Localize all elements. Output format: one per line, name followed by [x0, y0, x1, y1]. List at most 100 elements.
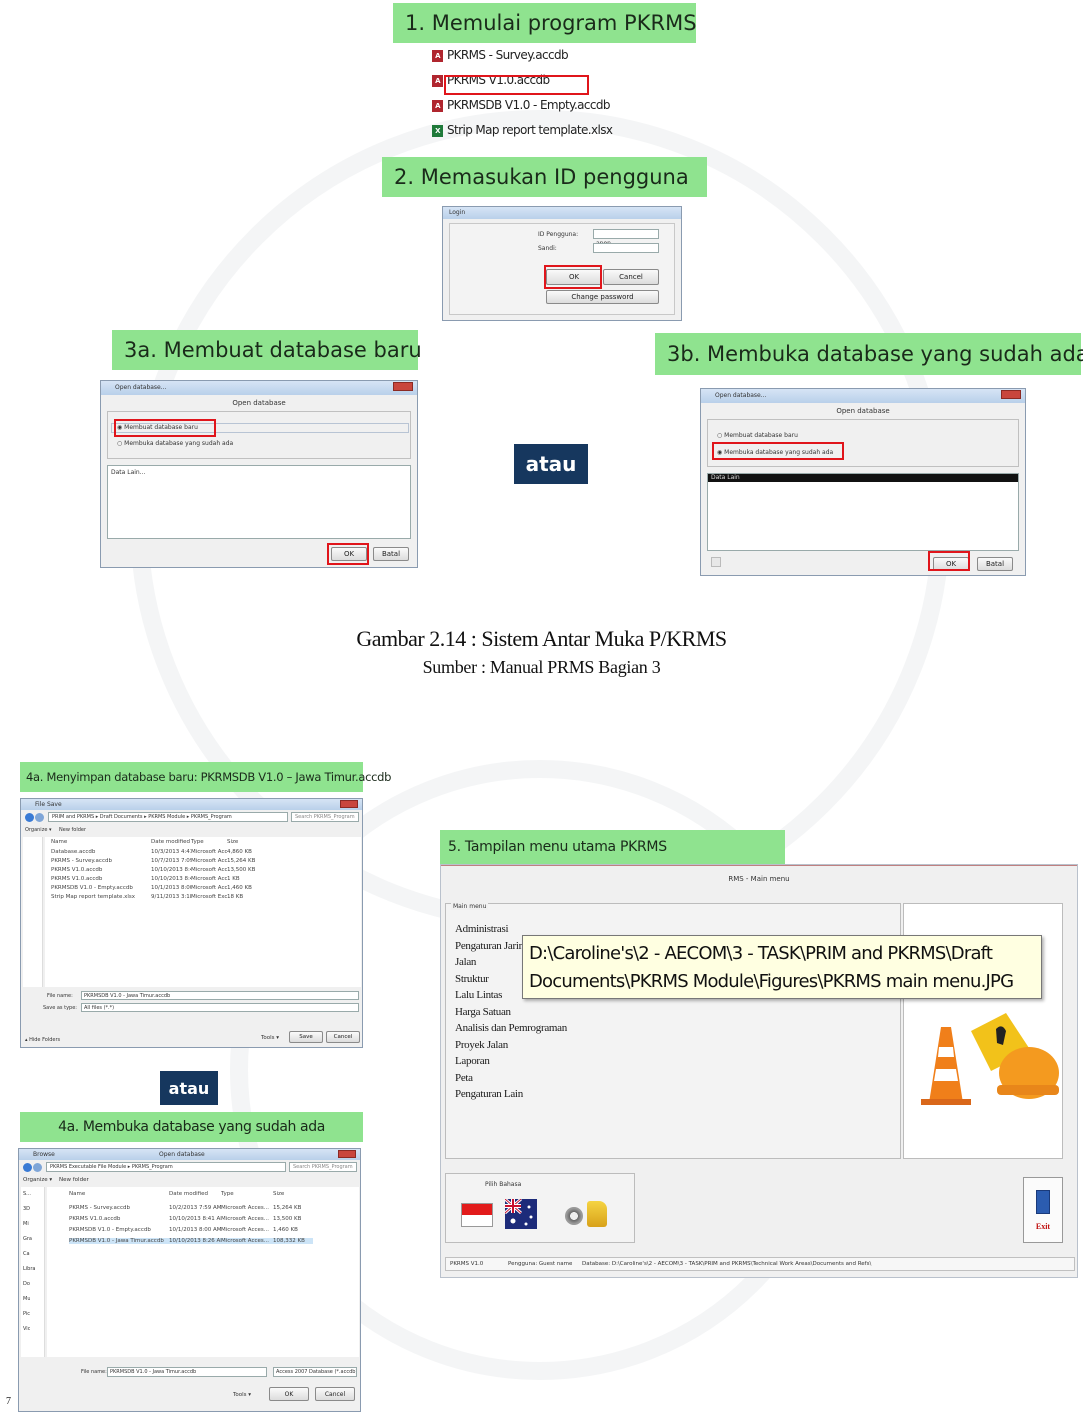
nav-forward-icon[interactable]	[35, 813, 44, 822]
file-date: 10/10/2013 8:41 AM	[151, 876, 191, 882]
file-row[interactable]: PKRMS V1.0.accdb 10/10/2013 8:41 AMMicros…	[51, 867, 257, 873]
figure-source: Sumber : Manual PRMS Bagian 3	[422, 657, 661, 677]
main-menu-item[interactable]: Pengaturan Lain	[455, 1088, 523, 1100]
file-entry[interactable]: A PKRMSDB V1.0 - Empty.accdb	[432, 98, 611, 112]
file-row[interactable]: PKRMS V1.0.accdb 10/10/2013 8:41 AMMicros…	[69, 1216, 313, 1222]
sidebar-item[interactable]: Ca	[23, 1251, 30, 1257]
hide-folders-toggle[interactable]: ▴ Hide Folders	[25, 1037, 60, 1043]
file-row[interactable]: PKRMSDB V1.0 - Jawa Timur.accdb 10/10/201…	[69, 1238, 313, 1244]
list-row-selected[interactable]: Data Lain	[708, 474, 1018, 482]
option-open-label: Membuka database yang sudah ada	[124, 440, 234, 447]
column-header[interactable]: Date modified	[151, 839, 191, 845]
column-header[interactable]: Type	[221, 1191, 273, 1197]
sidebar-item[interactable]: Do	[23, 1281, 30, 1287]
search-input[interactable]: Search PKRMS_Program	[291, 812, 359, 822]
main-menu-item[interactable]: Administrasi	[455, 923, 509, 935]
main-menu-title: RMS - Main menu	[728, 875, 790, 883]
open-db-cancel-button[interactable]: Batal	[373, 547, 409, 561]
new-folder-button[interactable]: New folder	[59, 1177, 89, 1183]
column-header[interactable]: Size	[227, 839, 257, 845]
open-db-cancel-button-3b[interactable]: Batal	[977, 557, 1013, 571]
file-row[interactable]: Database.accdb 10/3/2013 4:41 AMMicrosoft…	[51, 849, 257, 855]
australia-flag-icon[interactable]	[505, 1199, 537, 1229]
column-header[interactable]: Type	[191, 839, 227, 845]
organize-menu[interactable]: Organize ▾	[23, 1177, 52, 1183]
file-row[interactable]: PKRMSDB V1.0 - Empty.accdb 10/1/2013 8:00…	[69, 1227, 313, 1233]
change-password-button[interactable]: Change password	[546, 290, 659, 304]
close-icon[interactable]	[338, 1150, 356, 1158]
file-type: Microsoft Acces...	[191, 867, 227, 873]
nav-back-icon[interactable]	[25, 813, 34, 822]
close-icon[interactable]	[393, 382, 413, 391]
save-button[interactable]: Save	[289, 1031, 323, 1043]
file-row[interactable]: PKRMS - Survey.accdb 10/7/2013 7:09 AMMic…	[51, 858, 257, 864]
file-type: Microsoft Acces...	[191, 858, 227, 864]
page-number: 7	[6, 1396, 11, 1407]
file-row[interactable]: PKRMS V1.0.accdb 10/10/2013 8:41 AMMicros…	[51, 876, 257, 882]
main-menu-item[interactable]: Analisis dan Pemrograman	[455, 1022, 567, 1034]
column-header[interactable]: Name	[51, 839, 151, 845]
sidebar-item[interactable]: Mu	[23, 1296, 30, 1302]
folder-icon[interactable]	[587, 1201, 607, 1227]
main-menu-item[interactable]: Struktur	[455, 973, 489, 985]
column-header[interactable]: Size	[273, 1191, 313, 1197]
database-list-3b[interactable]: Data Lain	[707, 473, 1019, 551]
step4a-open-banner: 4a. Membuka database yang sudah ada	[20, 1112, 363, 1142]
address-bar[interactable]: PRIM and PKRMS ▸ Draft Documents ▸ PKRMS…	[48, 812, 288, 822]
main-menu-window: RMS - Main menu Main menu Administrasi Pe…	[440, 864, 1078, 1278]
organize-menu[interactable]: Organize ▾	[25, 827, 52, 833]
main-menu-item[interactable]: Peta	[455, 1072, 473, 1084]
sidebar-item[interactable]: Libra	[23, 1266, 35, 1272]
status-version: PKRMS V1.0	[450, 1261, 484, 1267]
column-header[interactable]: Date modified	[169, 1191, 221, 1197]
main-menu-item[interactable]: Laporan	[455, 1055, 490, 1067]
cancel-button[interactable]: Cancel	[326, 1031, 360, 1043]
tools-menu[interactable]: Tools ▾	[261, 1035, 279, 1041]
sidebar-item[interactable]: Pic	[23, 1311, 30, 1317]
main-menu-item[interactable]: Harga Satuan	[455, 1006, 511, 1018]
savetype-select[interactable]: All files (*.*)	[81, 1003, 359, 1012]
exit-button[interactable]: Exit	[1023, 1177, 1063, 1243]
search-input[interactable]: Search PKRMS_Program	[289, 1162, 357, 1172]
database-list[interactable]: Data Lain...	[107, 465, 411, 539]
sidebar-item[interactable]: Gra	[23, 1236, 32, 1242]
tools-menu[interactable]: Tools ▾	[233, 1392, 251, 1398]
main-menu-item[interactable]: Jalan	[455, 956, 476, 968]
open-cancel-button[interactable]: Cancel	[315, 1387, 355, 1401]
option-new-radio-3b[interactable]: ○ Membuat database baru	[717, 432, 798, 439]
nav-forward-icon[interactable]	[33, 1163, 42, 1172]
close-icon[interactable]	[340, 800, 358, 808]
help-icon[interactable]	[711, 557, 721, 567]
nav-back-icon[interactable]	[23, 1163, 32, 1172]
sidebar-item[interactable]: 3D	[23, 1206, 30, 1212]
file-entry[interactable]: X Strip Map report template.xlsx	[432, 123, 613, 137]
address-bar[interactable]: PKRMS Executable File Module ▸ PKRMS_Pro…	[46, 1162, 286, 1172]
sidebar-item[interactable]: Vic	[23, 1326, 30, 1332]
file-type: Microsoft Acces...	[221, 1238, 269, 1244]
open-ok-button[interactable]: OK	[269, 1387, 309, 1401]
option-open-radio[interactable]: ○ Membuka database yang sudah ada	[117, 440, 233, 447]
indonesia-flag-icon[interactable]	[461, 1203, 493, 1227]
main-menu-item[interactable]: Proyek Jalan	[455, 1039, 508, 1051]
file-date: 9/11/2013 3:18 PM	[151, 894, 191, 900]
main-menu-item[interactable]: Lalu Lintas	[455, 989, 502, 1001]
filename-input[interactable]: PKRMSDB V1.0 - Jawa Timur.accdb	[81, 991, 359, 1000]
file-row[interactable]: PKRMSDB V1.0 - Empty.accdb 10/1/2013 8:00…	[51, 885, 257, 891]
nav-sidebar: S... 3D Mi Gra Ca Libra Do Mu Pic Vic	[21, 1187, 45, 1357]
file-entry[interactable]: A PKRMS - Survey.accdb	[432, 48, 569, 62]
file-size: 13,500 KB	[273, 1216, 302, 1222]
id-input[interactable]: anon	[593, 229, 659, 247]
settings-gear-icon[interactable]	[565, 1207, 583, 1225]
column-header[interactable]: Name	[69, 1191, 169, 1197]
password-input[interactable]	[593, 243, 659, 253]
new-folder-button[interactable]: New folder	[59, 827, 86, 833]
filetype-select[interactable]: Access 2007 Database (*.accdb) ▾	[273, 1367, 357, 1377]
file-row[interactable]: Strip Map report template.xlsx 9/11/2013 …	[51, 894, 257, 900]
column-headers: Name Date modified Type Size	[69, 1191, 313, 1197]
filename-input[interactable]: PKRMSDB V1.0 - Jawa Timur.accdb	[107, 1367, 267, 1377]
close-icon[interactable]	[1001, 390, 1021, 399]
sidebar-item[interactable]: Mi	[23, 1221, 29, 1227]
login-cancel-button[interactable]: Cancel	[603, 269, 659, 285]
sidebar-item[interactable]: S...	[23, 1191, 31, 1197]
file-row[interactable]: PKRMS - Survey.accdb 10/2/2013 7:59 AM Mic…	[69, 1205, 313, 1211]
